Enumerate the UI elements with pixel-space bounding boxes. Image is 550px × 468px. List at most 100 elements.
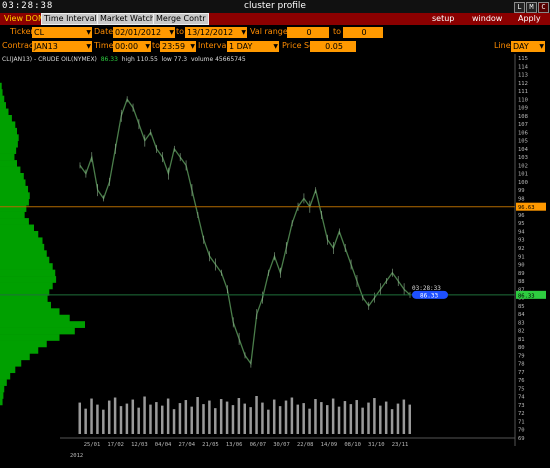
- volume-bar: [155, 402, 158, 434]
- profile-bar: [0, 243, 45, 251]
- profile-bar: [0, 121, 16, 129]
- last-price: 86.33: [100, 56, 118, 63]
- y-tick-label: 70: [518, 428, 525, 434]
- price-line: [79, 97, 411, 366]
- profile-bar: [0, 353, 30, 361]
- menu-apply[interactable]: Apply: [516, 13, 543, 25]
- line-select[interactable]: DAY ▼: [511, 41, 545, 52]
- x-tick-label: 17/02: [107, 442, 124, 448]
- volume-bar: [149, 404, 152, 434]
- date-from-value: 02/01/2012: [115, 28, 162, 37]
- volume-bar: [125, 403, 129, 434]
- volume-bar: [196, 397, 199, 434]
- tab-market-watch[interactable]: Market Watch: [97, 13, 158, 25]
- volume-bar: [84, 408, 87, 434]
- profile-bar: [0, 263, 53, 270]
- volume-bar: [402, 399, 406, 434]
- date-from-field[interactable]: 02/01/2012 ▼: [113, 27, 175, 38]
- profile-bar: [0, 218, 29, 225]
- time-to-field[interactable]: 23:59 ▼: [160, 41, 196, 52]
- volume-bar: [337, 406, 341, 434]
- profile-bar: [0, 89, 3, 96]
- val-to-label: to: [333, 27, 342, 36]
- y-tick-label: 71: [518, 419, 525, 425]
- val-from-field[interactable]: 0: [287, 27, 329, 38]
- y-tick-label: 82: [518, 329, 525, 335]
- interval-value: 1 DAY: [229, 42, 253, 51]
- tab-time-interval[interactable]: Time Interval: [41, 13, 100, 25]
- y-tick-label: 103: [518, 155, 528, 161]
- volume-bar: [102, 409, 105, 434]
- x-tick-label: 06/07: [250, 442, 267, 448]
- profile-bar: [0, 359, 22, 367]
- volume-bar: [367, 402, 370, 434]
- time-from-value: 00:00: [115, 42, 139, 51]
- ticker-select[interactable]: CL ▼: [32, 27, 92, 38]
- volume-bar: [261, 402, 264, 434]
- profile-bar: [0, 198, 29, 206]
- y-tick-label: 80: [518, 345, 525, 351]
- x-tick-label: 04/04: [155, 442, 172, 448]
- y-tick-label: 108: [518, 114, 528, 120]
- price-chart[interactable]: 115 114 113 112 111 110 109 108 107 106 105 104 103 1…: [0, 54, 550, 468]
- volume-bar: [331, 398, 335, 434]
- y-tick-label: 76: [518, 378, 525, 384]
- profile-bar: [0, 276, 57, 283]
- chevron-down-icon: ▼: [241, 29, 246, 36]
- line-value: DAY: [513, 42, 529, 51]
- profile-bar: [0, 147, 17, 154]
- time-to-label: to: [152, 41, 161, 50]
- interval-select[interactable]: 1 DAY ▼: [227, 41, 279, 52]
- close-button[interactable]: C: [538, 2, 549, 13]
- x-tick-label: 23/11: [392, 442, 409, 448]
- x-axis: 25/01 17/02 12/03 04/04 27/04 21/05 13/06 06/07…: [60, 437, 515, 459]
- y-tick-label: 115: [518, 56, 528, 62]
- low-label: low: [161, 56, 172, 63]
- high-value: 110.55: [136, 56, 158, 63]
- volume-bar: [178, 403, 182, 434]
- volume-bar: [308, 408, 311, 434]
- volume-bar: [166, 398, 170, 434]
- volume-label: volume: [190, 56, 214, 63]
- y-tick-label: 94: [518, 229, 525, 235]
- menu-window[interactable]: window: [470, 13, 504, 25]
- volume-bar: [172, 409, 176, 434]
- volume-bar: [320, 402, 323, 434]
- x-tick-label: 21/05: [202, 442, 219, 448]
- x-tick-label: 27/04: [178, 442, 195, 448]
- volume-bar: [390, 409, 394, 434]
- current-price-badge-value: 86.33: [420, 292, 438, 299]
- price-scale-field[interactable]: 0.05: [310, 41, 356, 52]
- x-tick-label: 25/01: [84, 442, 101, 448]
- y-tick-label: 98: [518, 196, 525, 202]
- profile-bar: [0, 211, 25, 219]
- y-tick-label: 89: [518, 271, 525, 277]
- y-tick-label: 92: [518, 246, 525, 252]
- val-to-field[interactable]: 0: [343, 27, 383, 38]
- volume-value: 45665745: [215, 56, 246, 63]
- date-to-value: 13/12/2012: [187, 28, 234, 37]
- profile-bar: [0, 269, 56, 277]
- contract-select[interactable]: JAN13 ▼: [32, 41, 92, 52]
- minimize-button[interactable]: L: [514, 2, 525, 13]
- time-from-field[interactable]: 00:00 ▼: [113, 41, 151, 52]
- profile-bar: [0, 140, 18, 148]
- profile-bar: [0, 115, 12, 122]
- volume-bar: [202, 404, 205, 434]
- y-tick-label: 74: [518, 395, 525, 401]
- y-tick-label: 112: [518, 81, 528, 87]
- ticker-label: Ticker: [10, 27, 34, 36]
- y-tick-label: 110: [518, 97, 528, 103]
- volume-bar: [343, 401, 347, 434]
- volume-bar: [208, 400, 211, 434]
- maximize-button[interactable]: M: [526, 2, 537, 13]
- date-to-field[interactable]: 13/12/2012 ▼: [185, 27, 247, 38]
- volume-bar: [78, 402, 81, 434]
- tab-merge-contr[interactable]: Merge Contr: [153, 13, 209, 25]
- profile-bar: [0, 301, 51, 309]
- volume-bar: [361, 407, 364, 434]
- menu-setup[interactable]: setup: [430, 13, 456, 25]
- volume-bar: [278, 406, 282, 434]
- high-label: high: [121, 56, 135, 63]
- profile-bar: [0, 237, 43, 245]
